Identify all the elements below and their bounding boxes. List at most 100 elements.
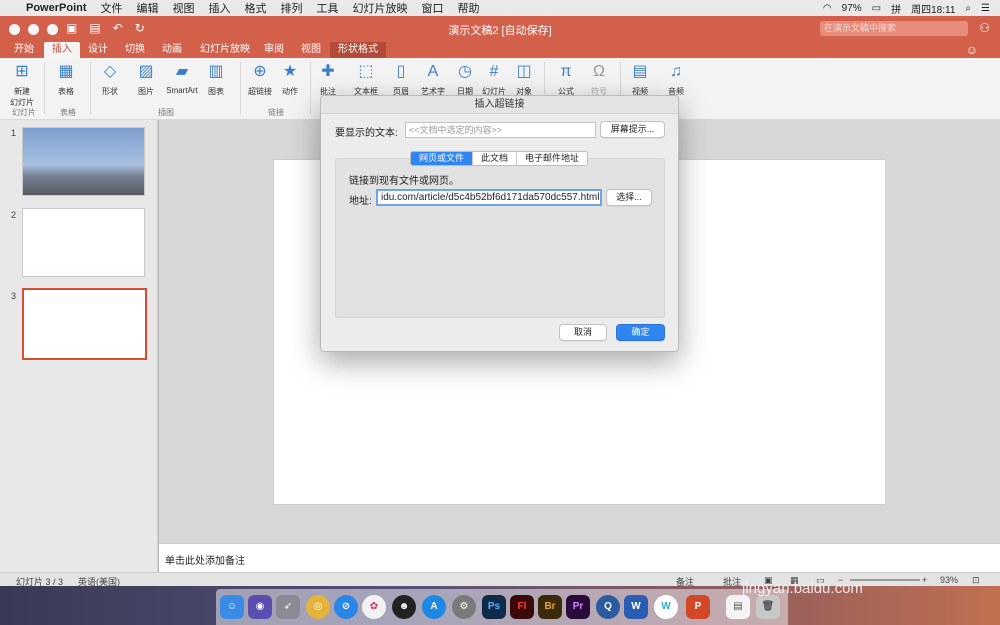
slide-number-icon: # [489, 63, 499, 80]
slide-number-label: 1 [11, 128, 17, 138]
menu-window[interactable]: 窗口 [422, 0, 444, 16]
audio-button[interactable]: ♫ 音频 [656, 62, 696, 97]
slide-thumbnail-pane: 1 2 3 [0, 120, 158, 572]
table-icon: ▦ [58, 63, 74, 80]
tab-email-address[interactable]: 电子邮件地址 [517, 152, 587, 165]
watermark-url: jingyan.baidu.com [742, 580, 863, 597]
equation-icon: π [560, 63, 572, 80]
wps-icon[interactable]: W [654, 595, 678, 619]
qq-icon[interactable]: ☻ [392, 595, 416, 619]
app-name-menu[interactable]: PowerPoint [26, 2, 87, 14]
notes-pane[interactable]: 单击此处添加备注 [159, 543, 1000, 572]
input-method-icon[interactable]: 拼 [891, 1, 901, 16]
screentip-button[interactable]: 屏幕提示... [600, 121, 665, 138]
tab-transitions[interactable]: 切换 [117, 42, 153, 58]
shapes-button[interactable]: ◇ 形状 [90, 62, 130, 97]
watermark-logo: Bai经验 [770, 546, 869, 576]
picture-button[interactable]: ▨ 图片 [126, 62, 166, 97]
slide-thumbnail-2[interactable] [22, 208, 145, 277]
tab-insert[interactable]: 插入 [44, 42, 80, 58]
dialog-title: 插入超链接 [321, 96, 678, 114]
tab-view[interactable]: 视图 [293, 42, 329, 58]
clock[interactable]: 周四18:11 [911, 1, 955, 16]
flash-icon[interactable]: Fl [510, 595, 534, 619]
slide-thumbnail-1[interactable] [22, 127, 145, 196]
menu-tools[interactable]: 工具 [317, 0, 339, 16]
tab-slideshow[interactable]: 幻灯片放映 [192, 42, 258, 58]
finder-icon[interactable]: ☺ [220, 595, 244, 619]
wifi-icon[interactable]: ◠ [823, 3, 832, 14]
chart-button[interactable]: ▥ 图表 [196, 62, 236, 97]
smartart-icon: ▰ [175, 63, 189, 80]
tab-animations[interactable]: 动画 [154, 42, 190, 58]
preview-icon[interactable]: ▤ [726, 595, 750, 619]
fit-to-window-icon[interactable]: ⊡ [972, 575, 980, 586]
premiere-icon[interactable]: Pr [566, 595, 590, 619]
siri-icon[interactable]: ◉ [248, 595, 272, 619]
notification-center-icon[interactable]: ☰ [981, 3, 990, 14]
video-button[interactable]: ▤ 视频 [620, 62, 660, 97]
word-icon[interactable]: W [624, 595, 648, 619]
address-input[interactable]: idu.com/article/d5c4b52bf6d171da570dc557… [376, 189, 602, 206]
link-options-panel: 链接到现有文件或网页。 地址: idu.com/article/d5c4b52b… [335, 158, 665, 318]
slide-number-label: 2 [11, 210, 17, 220]
menu-view[interactable]: 视图 [173, 0, 195, 16]
app-store-icon[interactable]: A [422, 595, 446, 619]
symbol-icon: Ω [593, 63, 605, 80]
display-text-input[interactable]: <<文档中选定的内容>> [405, 122, 596, 138]
action-icon: ★ [282, 63, 298, 80]
powerpoint-icon[interactable]: P [686, 595, 710, 619]
date-icon: ◷ [458, 63, 472, 80]
window-titlebar: ▣ ▤ ↶ ↻ 演示文稿2 [自动保存] 在演示文稿中搜索 ⚇ [0, 16, 1000, 42]
slide-number-label: 3 [11, 291, 17, 301]
table-button[interactable]: ▦ 表格 [46, 62, 86, 97]
header-icon: ▯ [396, 63, 406, 80]
comment-button[interactable]: ✚ 批注 [308, 62, 348, 97]
spotlight-icon[interactable]: ⌕ [965, 3, 971, 14]
action-button[interactable]: ★ 动作 [270, 62, 310, 97]
cancel-button[interactable]: 取消 [559, 324, 607, 341]
group-separator [44, 62, 45, 114]
status-menus: ◠ 97% ▭ 拼 周四18:11 ⌕ ☰ [823, 0, 990, 16]
menu-arrange[interactable]: 排列 [281, 0, 303, 16]
slide-thumbnail-3[interactable] [22, 288, 147, 360]
tab-shape-format[interactable]: 形状格式 [330, 42, 386, 58]
trash-icon[interactable]: 🗑 [756, 595, 780, 619]
document-search-input[interactable]: 在演示文稿中搜索 [820, 21, 968, 36]
textbox-button[interactable]: ⬚ 文本框 [346, 62, 386, 97]
feedback-smiley-icon[interactable]: ☺ [966, 43, 978, 57]
picture-icon: ▨ [138, 63, 154, 80]
symbol-button[interactable]: Ω 符号 [579, 62, 619, 97]
zoom-in-icon[interactable]: + [922, 575, 927, 585]
bridge-icon[interactable]: Br [538, 595, 562, 619]
photoshop-icon[interactable]: Ps [482, 595, 506, 619]
chrome-icon[interactable]: ◎ [306, 595, 330, 619]
menu-insert[interactable]: 插入 [209, 0, 231, 16]
battery-icon[interactable]: ▭ [872, 3, 881, 14]
menu-edit[interactable]: 编辑 [137, 0, 159, 16]
launchpad-icon[interactable]: ➶ [276, 595, 300, 619]
new-slide-button[interactable]: ⊞ 新建 幻灯片 [2, 62, 42, 108]
tab-web-page-or-file[interactable]: 网页或文件 [411, 152, 474, 165]
browse-button[interactable]: 选择... [606, 189, 652, 206]
menu-slideshow[interactable]: 幻灯片放映 [353, 0, 408, 16]
menu-help[interactable]: 帮助 [458, 0, 480, 16]
photos-icon[interactable]: ✿ [362, 595, 386, 619]
safari-icon[interactable]: ⊘ [334, 595, 358, 619]
display-text-label: 要显示的文本: [335, 128, 398, 139]
object-button[interactable]: ◫ 对象 [504, 62, 544, 97]
menu-file[interactable]: 文件 [101, 0, 123, 16]
system-preferences-icon[interactable]: ⚙ [452, 595, 476, 619]
tab-home[interactable]: 开始 [6, 42, 42, 58]
dock-shelf: ☺ ◉ ➶ ◎ ⊘ ✿ ☻ A ⚙ Ps Fl Br Pr Q W W P ▤ … [216, 589, 788, 625]
ok-button[interactable]: 确定 [616, 324, 665, 341]
group-label-slides: 幻灯片 [12, 108, 36, 117]
group-label-links: 链接 [268, 108, 284, 117]
tab-review[interactable]: 审阅 [256, 42, 292, 58]
tab-this-document[interactable]: 此文档 [473, 152, 518, 165]
menu-format[interactable]: 格式 [245, 0, 267, 16]
zoom-level[interactable]: 93% [940, 575, 958, 585]
tab-design[interactable]: 设计 [80, 42, 116, 58]
share-person-icon[interactable]: ⚇ [979, 21, 990, 35]
quicktime-icon[interactable]: Q [596, 595, 620, 619]
